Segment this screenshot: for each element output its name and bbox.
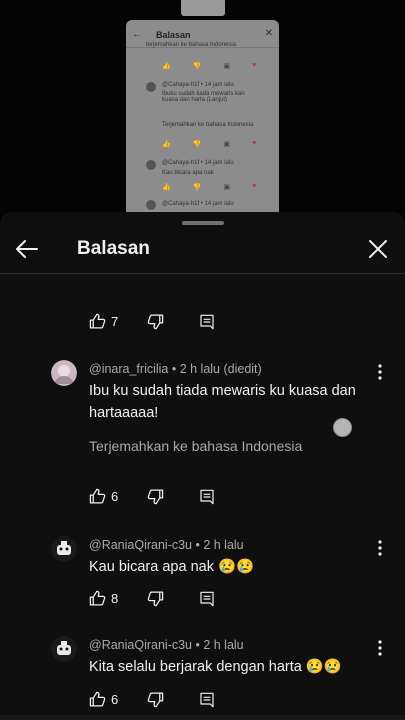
- preview-close-icon: ✕: [264, 28, 273, 39]
- preview-reply1-author: @Cahaya-h1f • 14 jam lalu: [162, 82, 234, 88]
- thumbs-up-icon: [89, 313, 106, 329]
- preview-title: Balasan: [156, 30, 191, 40]
- preview-thumbnail-strip: [181, 0, 225, 16]
- comment-actions: 6: [89, 691, 215, 708]
- comment-author[interactable]: @inara_fricilia • 2 h lalu (diedit): [89, 362, 262, 376]
- reply-button[interactable]: [199, 489, 215, 505]
- more-vert-icon[interactable]: [374, 639, 386, 657]
- sheet-header: Balasan: [0, 226, 405, 274]
- comment-actions: 6: [89, 488, 215, 505]
- sheet-title: Balasan: [77, 238, 150, 259]
- reply-icon: [200, 591, 214, 606]
- preview-reply3-author: @Cahaya-h1f • 14 jam lalu: [162, 201, 234, 207]
- arrow-left-icon[interactable]: [14, 236, 40, 262]
- preview-actions-3: 👍 👎 ▣ ♥: [162, 183, 257, 191]
- like-button[interactable]: 8: [89, 590, 147, 607]
- preview-card: ← Balasan ✕ terjemahkan ke bahasa Indone…: [126, 20, 279, 213]
- dislike-button[interactable]: [147, 488, 199, 505]
- avatar-photo-icon: [51, 360, 77, 386]
- thumbs-up-icon: [89, 590, 106, 606]
- comment-text: Kau bicara apa nak 😢😢: [89, 559, 255, 575]
- avatar[interactable]: [51, 360, 77, 386]
- reply-button[interactable]: [199, 692, 215, 708]
- reply-button[interactable]: [199, 314, 215, 330]
- avatar-character-icon: [51, 536, 77, 562]
- comment-text: Kita selalu berjarak dengan harta 😢😢: [89, 659, 342, 675]
- thumbs-up-icon: [89, 691, 106, 707]
- comment-actions: 8: [89, 590, 215, 607]
- replies-sheet: Balasan 7 @inara_fricilia • 2 h lalu (di…: [0, 212, 405, 720]
- like-count: 8: [111, 591, 119, 606]
- preview-reply1-text: Ibuku sudah tiada mewaris kan kuasa dan …: [162, 91, 245, 103]
- avatar[interactable]: [51, 536, 77, 562]
- preview-avatar-2: [146, 160, 156, 170]
- comment-actions-previous: 7: [89, 313, 215, 330]
- like-button[interactable]: 6: [89, 691, 147, 708]
- preview-actions-2: 👍 👎 ▣ ♥: [162, 140, 257, 148]
- comment-author[interactable]: @RaniaQirani-c3u • 2 h lalu: [89, 538, 244, 552]
- drag-handle[interactable]: [182, 221, 224, 225]
- thumbs-down-icon: [147, 692, 164, 708]
- reply-icon: [200, 314, 214, 329]
- like-count: 6: [111, 692, 119, 707]
- thumbs-up-icon: [89, 488, 106, 504]
- like-count: 6: [111, 489, 119, 504]
- thumbs-down-icon: [147, 489, 164, 505]
- thumbs-down-icon: [147, 591, 164, 607]
- more-vert-icon[interactable]: [374, 539, 386, 557]
- preview-reply1-translate: Terjemahkan ke bahasa Indonesia: [162, 122, 254, 128]
- reply-icon: [200, 692, 214, 707]
- reply-icon: [200, 489, 214, 504]
- preview-avatar-1: [146, 82, 156, 92]
- preview-reply2-text: Kau bicara apa nak: [162, 170, 214, 176]
- dislike-button[interactable]: [147, 313, 199, 330]
- translate-link[interactable]: Terjemahkan ke bahasa Indonesia: [89, 438, 302, 454]
- dislike-button[interactable]: [147, 590, 199, 607]
- preview-line-top: terjemahkan ke bahasa Indonesia: [146, 42, 237, 48]
- dislike-button[interactable]: [147, 691, 199, 708]
- preview-avatar-3: [146, 200, 156, 210]
- more-vert-icon[interactable]: [374, 363, 386, 381]
- avatar[interactable]: [51, 636, 77, 662]
- preview-reply2-author: @Cahaya-h1f • 14 jam lalu: [162, 160, 234, 166]
- like-button[interactable]: 6: [89, 488, 147, 505]
- like-button[interactable]: 7: [89, 313, 147, 330]
- touch-indicator: [333, 418, 352, 437]
- thumbs-down-icon: [147, 314, 164, 330]
- comment-text: Ibu ku sudah tiada mewaris ku kuasa dan …: [89, 383, 356, 421]
- preview-back-icon: ←: [132, 29, 142, 40]
- avatar-character-icon: [51, 636, 77, 662]
- comment-author[interactable]: @RaniaQirani-c3u • 2 h lalu: [89, 638, 244, 652]
- preview-actions-1: 👍 👎 ▣ ♥: [162, 62, 257, 70]
- close-icon[interactable]: [367, 238, 389, 260]
- like-count: 7: [111, 314, 119, 329]
- reply-button[interactable]: [199, 591, 215, 607]
- bottom-edge: [0, 715, 405, 720]
